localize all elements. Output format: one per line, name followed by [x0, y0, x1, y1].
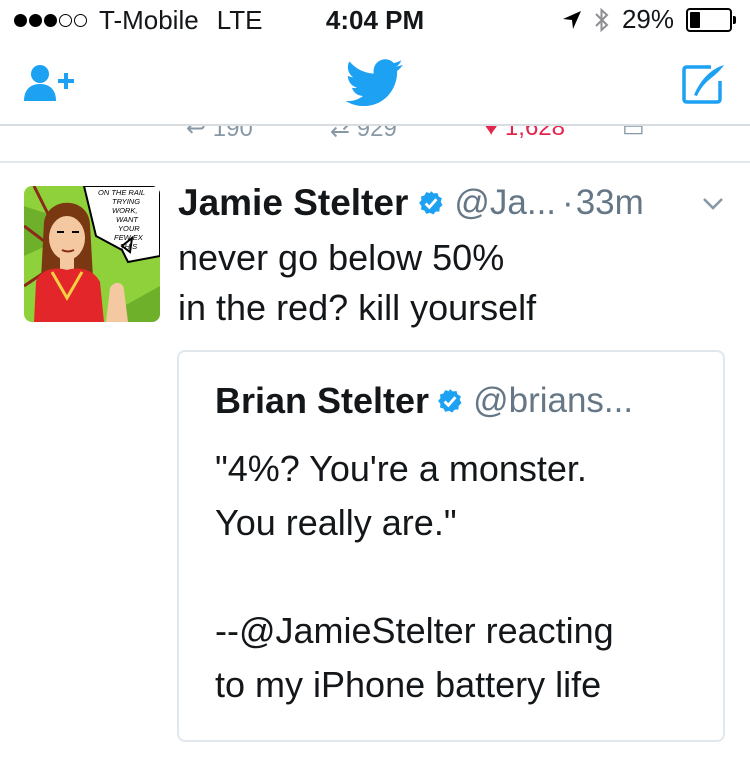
twitter-bird-icon — [346, 59, 403, 107]
status-right: 29% — [562, 4, 736, 35]
like-count-label: 1,628 — [504, 124, 565, 140]
quoted-text-line: "4%? You're a monster. — [215, 448, 587, 489]
quoted-author-handle: @brians... — [473, 381, 634, 420]
avatar-illustration: ON THE RAIL TRYING WORK, WANT YOUR FEW E… — [24, 186, 160, 322]
retweet-count[interactable]: ⇄ 929 — [330, 124, 397, 140]
battery-percent: 29% — [621, 4, 674, 34]
avatar-caption-line: TRYING — [112, 197, 140, 206]
tweet-divider — [0, 161, 750, 163]
retweet-count-label: 929 — [356, 124, 397, 140]
avatar-caption-line: FEW EX — [114, 233, 144, 242]
like-count[interactable]: ♥ 1,628 — [484, 124, 565, 140]
tweet-time[interactable]: 33m — [576, 183, 644, 223]
chevron-down-icon[interactable] — [702, 196, 724, 212]
message-icon[interactable]: ▭ — [622, 126, 645, 140]
avatar-caption-line: WORK, — [112, 206, 137, 215]
add-user-button[interactable] — [24, 62, 76, 104]
status-bar: T-Mobile LTE 4:04 PM 29% — [0, 0, 750, 40]
avatar-caption-line: YOUR — [118, 224, 140, 233]
compose-tweet-icon — [682, 65, 724, 104]
author-handle[interactable]: @Ja... — [454, 183, 556, 223]
previous-tweet-actions: ↩ 190 ⇄ 929 ♥ 1,628 ▭ — [0, 124, 750, 140]
quoted-text-line: You really are." — [215, 502, 457, 543]
avatar-caption-line: WANT — [116, 215, 139, 224]
nav-bar — [0, 40, 750, 124]
quoted-tweet-card[interactable]: Brian Stelter @brians... "4%? You're a m… — [177, 350, 725, 742]
tweet-text-line: never go below 50% — [178, 237, 505, 278]
avatar-caption-line: ON THE RAIL — [98, 188, 145, 197]
reply-count[interactable]: ↩ 190 — [186, 124, 253, 140]
quoted-tweet-header: Brian Stelter @brians... — [215, 380, 633, 422]
tweet-header: Jamie Stelter @Ja... · 33m — [178, 180, 644, 226]
quoted-text-line: to my iPhone battery life — [215, 664, 602, 705]
bluetooth-icon — [595, 7, 609, 32]
verified-badge-icon — [438, 389, 462, 413]
avatar[interactable]: ON THE RAIL TRYING WORK, WANT YOUR FEW E… — [24, 186, 160, 322]
compose-tweet-button[interactable] — [680, 62, 728, 106]
add-user-icon — [24, 65, 74, 101]
tweet-text-line: in the red? kill yourself — [178, 287, 537, 328]
quoted-tweet-text: "4%? You're a monster. You really are." … — [215, 442, 614, 712]
reply-count-label: 190 — [212, 124, 253, 140]
verified-badge-icon — [419, 191, 443, 215]
battery-icon — [686, 7, 736, 32]
author-name[interactable]: Jamie Stelter — [178, 182, 408, 224]
avatar-caption-line: THIS — [120, 242, 137, 251]
quoted-author-name: Brian Stelter — [215, 380, 430, 421]
quoted-text-line — [215, 550, 614, 604]
quoted-text-line: --@JamieStelter reacting — [215, 610, 614, 651]
tweet-text: never go below 50% in the red? kill your… — [178, 233, 738, 333]
tweet-separator: · — [562, 183, 574, 222]
twitter-home-logo[interactable] — [345, 58, 405, 108]
location-arrow-icon — [562, 10, 581, 29]
